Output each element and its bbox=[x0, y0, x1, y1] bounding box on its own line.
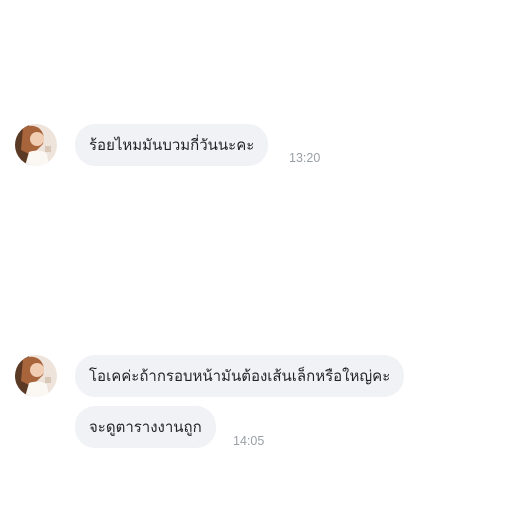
message-bubble[interactable]: จะดูตารางงานถูก bbox=[75, 406, 216, 448]
message-bubble[interactable]: โอเคค่ะถ้ากรอบหน้ามันต้องเส้นเล็กหรือใหญ… bbox=[75, 355, 405, 397]
message-bubble[interactable]: ร้อยไหมมันบวมกี่วันนะคะ bbox=[75, 124, 269, 166]
avatar-photo-icon bbox=[15, 124, 57, 166]
message-text: โอเคค่ะถ้ากรอบหน้ามันต้องเส้นเล็กหรือใหญ… bbox=[89, 367, 391, 385]
message-timestamp: 13:20 bbox=[289, 151, 321, 165]
message-text: จะดูตารางงานถูก bbox=[89, 418, 202, 436]
chat-thread: ร้อยไหมมันบวมกี่วันนะคะ 13:20 โอเคค่ะถ้า… bbox=[0, 0, 510, 510]
message-text: ร้อยไหมมันบวมกี่วันนะคะ bbox=[89, 136, 255, 154]
sender-avatar[interactable] bbox=[15, 355, 57, 397]
avatar-photo-icon bbox=[15, 355, 57, 397]
message-timestamp: 14:05 bbox=[233, 434, 265, 448]
sender-avatar[interactable] bbox=[15, 124, 57, 166]
